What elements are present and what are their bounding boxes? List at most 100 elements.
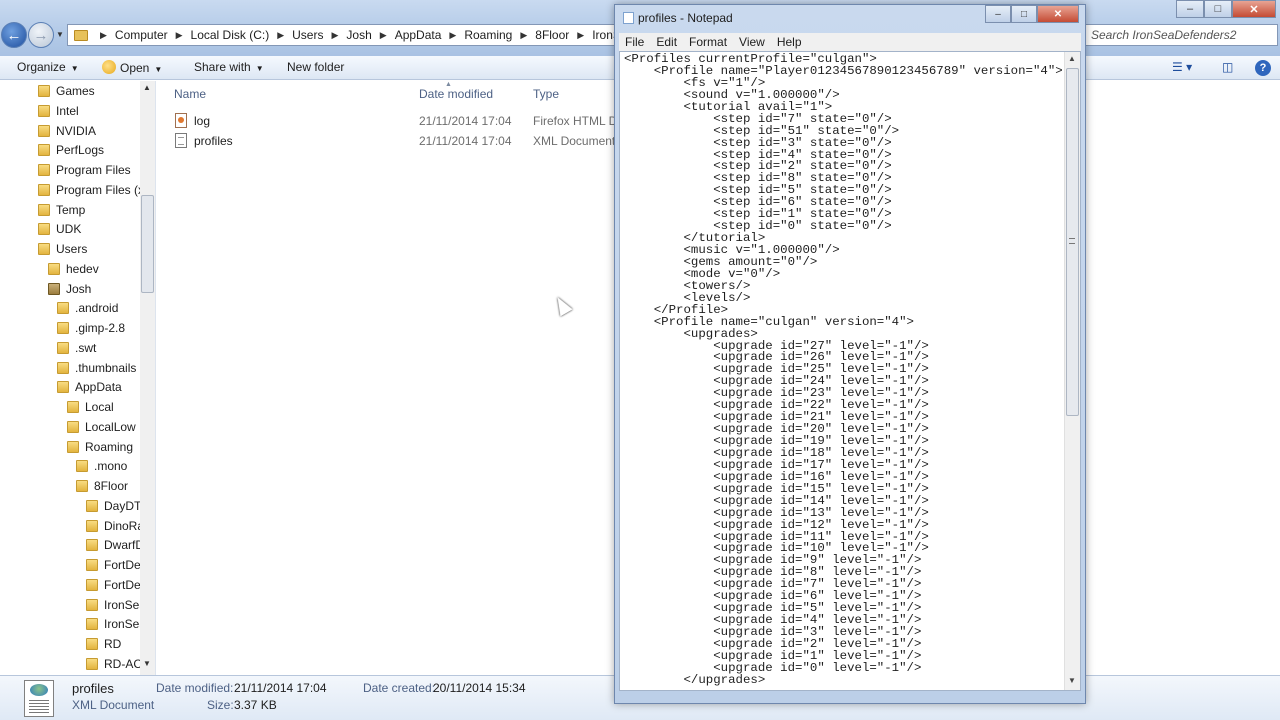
tree-item[interactable]: PerfLogs (38, 140, 104, 160)
file-row-log[interactable]: log 21/11/2014 17:04 Firefox HTML Doc (169, 111, 630, 131)
folder-icon (86, 598, 98, 611)
notepad-title: profiles - Notepad (638, 11, 733, 25)
tree-item[interactable]: .mono (76, 456, 127, 476)
tree-item[interactable]: AppData (57, 377, 122, 397)
recent-pages-chevron-icon[interactable]: ▼ (56, 30, 64, 39)
help-icon[interactable]: ? (1255, 60, 1271, 76)
chevron-right-icon[interactable]: ▶ (374, 30, 393, 41)
tree-item[interactable]: Temp (38, 200, 85, 220)
navigation-pane-scrollbar[interactable]: ▲ ▼ (140, 81, 155, 675)
tree-item[interactable]: DinoRa (86, 516, 144, 536)
breadcrumb-item[interactable]: Local Disk (C:) (189, 28, 272, 42)
tree-item[interactable]: Intel (38, 101, 79, 121)
breadcrumb-item[interactable]: Josh (344, 28, 373, 42)
tree-item-label: RD (104, 637, 122, 651)
chevron-right-icon[interactable]: ▶ (571, 30, 590, 41)
tree-item[interactable]: Program Files (x8 (38, 180, 151, 200)
tree-item[interactable]: Program Files (38, 160, 131, 180)
tree-item[interactable]: IronSea (86, 595, 146, 615)
tree-item[interactable]: Roaming (67, 437, 133, 457)
scroll-down-icon[interactable]: ▼ (143, 659, 151, 668)
scrollbar-grip-icon (1069, 238, 1075, 244)
menu-file[interactable]: File (619, 35, 650, 49)
close-button[interactable]: ✕ (1232, 0, 1276, 18)
tree-item[interactable]: Games (38, 81, 95, 101)
tree-item[interactable]: RD (86, 634, 121, 654)
tree-item[interactable]: hedev (48, 259, 99, 279)
chevron-right-icon[interactable]: ▶ (94, 30, 113, 41)
tree-item-label: UDK (56, 222, 82, 237)
chevron-right-icon[interactable]: ▶ (325, 30, 344, 41)
organize-button[interactable]: Organize ▼ (17, 60, 79, 74)
chevron-right-icon[interactable]: ▶ (271, 30, 290, 41)
breadcrumb-item[interactable]: Computer (113, 28, 170, 42)
menu-format[interactable]: Format (683, 35, 733, 49)
scroll-up-icon[interactable]: ▲ (143, 83, 151, 92)
breadcrumb-item[interactable]: AppData (393, 28, 444, 42)
scrollbar-thumb[interactable] (141, 195, 154, 293)
notepad-scrollbar[interactable]: ▲ ▼ (1064, 52, 1080, 690)
explorer-window-controls: – □ ✕ (1176, 0, 1276, 18)
chevron-right-icon[interactable]: ▶ (514, 30, 533, 41)
maximize-button[interactable]: □ (1011, 5, 1037, 23)
tree-item[interactable]: LocalLow (67, 417, 136, 437)
breadcrumb-item[interactable]: Roaming (462, 28, 514, 42)
chevron-right-icon[interactable]: ▶ (170, 30, 189, 41)
open-label: Open (120, 61, 150, 75)
tree-item[interactable]: .thumbnails (57, 358, 136, 378)
details-date-created: 20/11/2014 15:34 (433, 681, 526, 695)
menu-view[interactable]: View (733, 35, 771, 49)
column-header-name[interactable]: Name (174, 87, 206, 101)
tree-item[interactable]: .swt (57, 338, 96, 358)
tree-item[interactable]: .gimp-2.8 (57, 318, 125, 338)
forward-button[interactable]: → (28, 22, 54, 48)
tree-item[interactable]: Users (38, 239, 87, 259)
folder-icon (38, 183, 50, 196)
folder-icon (67, 440, 79, 453)
tree-item[interactable]: Josh (48, 279, 91, 299)
back-button[interactable]: ← (1, 22, 27, 48)
tree-item-label: hedev (66, 261, 99, 276)
notepad-text-area[interactable]: <Profiles currentProfile="culgan"> <Prof… (619, 51, 1081, 691)
new-folder-button[interactable]: New folder (287, 60, 344, 74)
file-row-profiles[interactable]: profiles 21/11/2014 17:04 XML Document (169, 131, 617, 151)
scroll-down-icon[interactable]: ▼ (1068, 676, 1076, 685)
text-lines-icon (29, 700, 49, 714)
folder-icon (74, 29, 88, 41)
tree-item[interactable]: FortDef (86, 575, 144, 595)
tree-item[interactable]: 8Floor (76, 476, 128, 496)
notepad-text[interactable]: <Profiles currentProfile="culgan"> <Prof… (624, 53, 1063, 687)
breadcrumb-item[interactable]: 8Floor (533, 28, 571, 42)
column-header-date-modified[interactable]: Date modified (419, 87, 493, 101)
folder-icon (57, 381, 69, 394)
open-button[interactable]: Open ▼ (102, 60, 162, 75)
maximize-button[interactable]: □ (1204, 0, 1232, 18)
tree-item[interactable]: FortDef (86, 555, 144, 575)
minimize-button[interactable]: – (985, 5, 1011, 23)
folder-icon (38, 223, 50, 236)
menu-help[interactable]: Help (771, 35, 808, 49)
menu-edit[interactable]: Edit (650, 35, 683, 49)
share-with-button[interactable]: Share with ▼ (194, 60, 264, 74)
details-date-created-label: Date created: (363, 681, 436, 695)
tree-item[interactable]: IronSea (86, 614, 146, 634)
tree-item-label: FortDef (104, 558, 145, 572)
minimize-button[interactable]: – (1176, 0, 1204, 18)
tree-item[interactable]: .android (57, 298, 118, 318)
close-button[interactable]: ✕ (1037, 5, 1079, 23)
folder-icon (38, 104, 50, 117)
scroll-up-icon[interactable]: ▲ (1068, 54, 1076, 63)
tree-item-label: Program Files (x8 (56, 182, 151, 197)
tree-item[interactable]: RD-AC (86, 654, 142, 674)
column-header-type[interactable]: Type (533, 87, 559, 101)
view-options-icon[interactable]: ☰ ▾ (1172, 60, 1192, 74)
breadcrumb-item[interactable]: Users (290, 28, 325, 42)
tree-item[interactable]: NVIDIA (38, 121, 96, 141)
tree-item[interactable]: DayDTi (86, 496, 144, 516)
tree-item[interactable]: DwarfD (86, 535, 144, 555)
tree-item-label: 8Floor (94, 479, 129, 493)
preview-pane-icon[interactable]: ◫ (1222, 60, 1233, 74)
chevron-right-icon[interactable]: ▶ (443, 30, 462, 41)
tree-item[interactable]: Local (67, 397, 114, 417)
tree-item[interactable]: UDK (38, 219, 81, 239)
